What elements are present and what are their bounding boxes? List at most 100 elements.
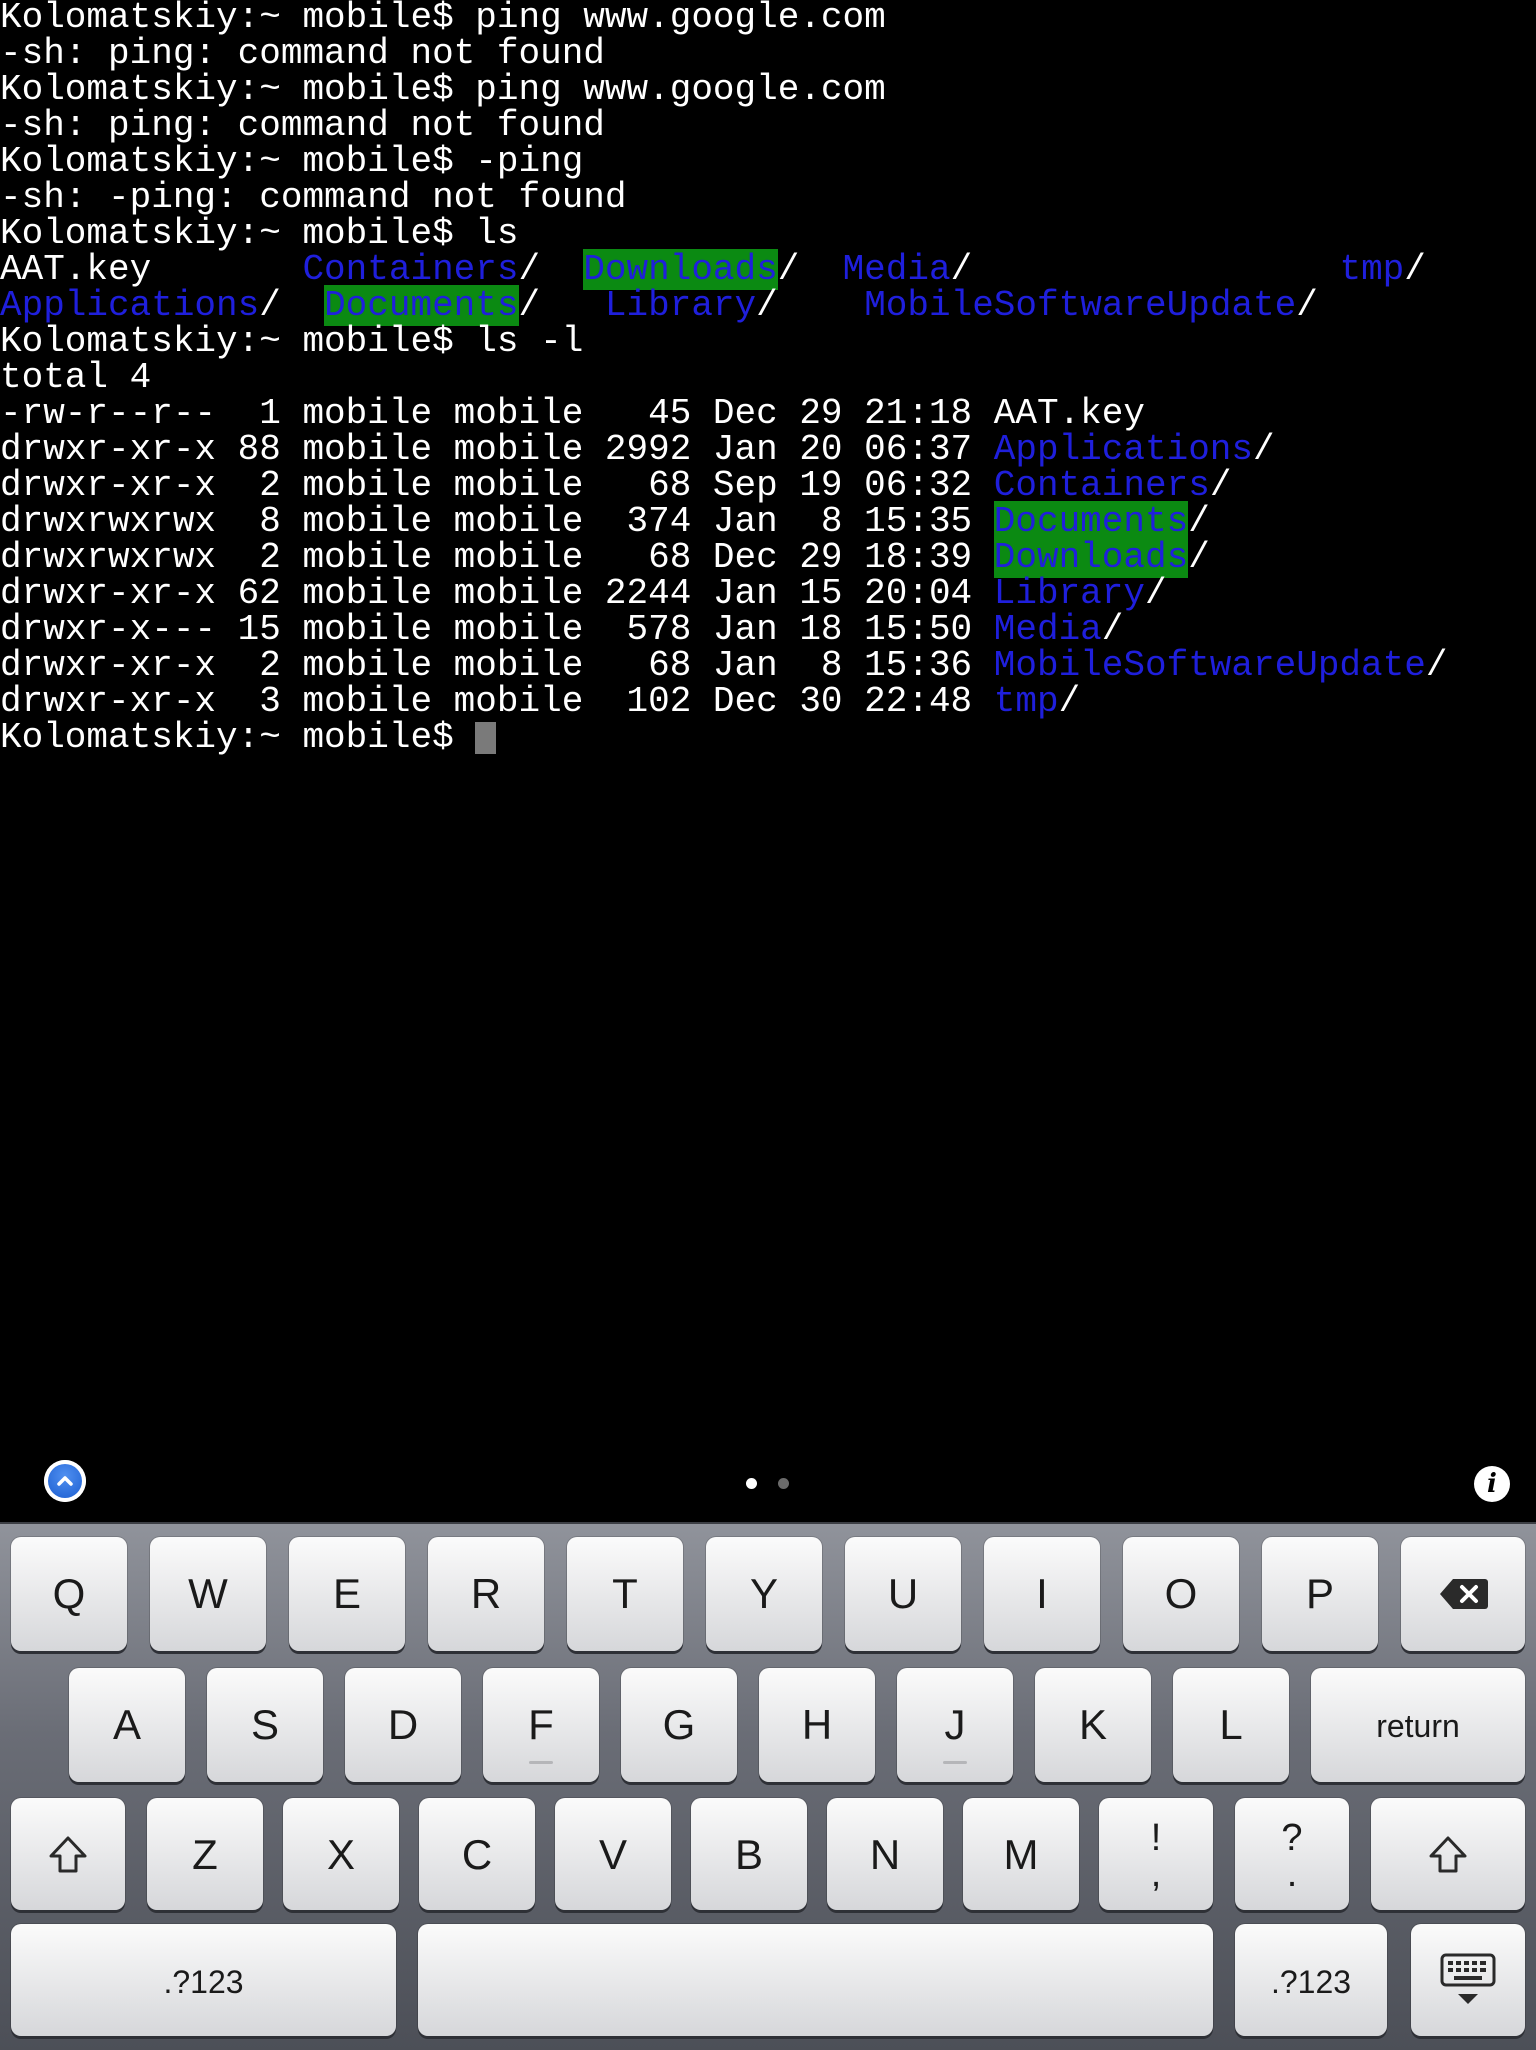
terminal-text: / [1188,501,1210,542]
terminal-text: Kolomatskiy:~ mobile$ -ping [0,141,584,182]
key-o[interactable]: O [1123,1537,1239,1651]
directory-name: Library [993,573,1145,614]
terminal-text: drwxr-xr-x 62 mobile mobile 2244 Jan 15 … [0,573,994,614]
terminal-text: / [756,285,865,326]
info-icon: i [1487,1469,1497,1499]
shift-right-button[interactable] [1371,1798,1525,1910]
key-question-period[interactable]: ?. [1235,1798,1349,1910]
shift-icon [1429,1836,1467,1873]
key-k[interactable]: K [1035,1668,1151,1782]
terminal-line: Kolomatskiy:~ mobile$ ls -l [0,324,1536,360]
terminal-line: -sh: -ping: command not found [0,180,1536,216]
terminal-text: AAT.key [0,249,303,290]
space-bar[interactable] [418,1924,1213,2036]
key-l[interactable]: L [1173,1668,1289,1782]
terminal-line: total 4 [0,360,1536,396]
return-button[interactable]: return [1311,1668,1525,1782]
directory-name: Containers [993,465,1210,506]
key-z[interactable]: Z [147,1798,263,1910]
key-u[interactable]: U [845,1537,961,1651]
directory-name-highlighted: Documents [993,501,1189,542]
terminal-text: / [950,249,1340,290]
key-e[interactable]: E [289,1537,405,1651]
key-s[interactable]: S [207,1668,323,1782]
keyboard-hide-icon [1440,1953,1496,2004]
key-d[interactable]: D [345,1668,461,1782]
key-w[interactable]: W [150,1537,266,1651]
page-dot-2[interactable] [778,1478,789,1489]
terminal-line: drwxr-xr-x 2 mobile mobile 68 Sep 19 06:… [0,468,1536,504]
key-b[interactable]: B [691,1798,807,1910]
shift-icon [49,1836,87,1873]
accessory-bar [0,1440,1536,1522]
directory-name: Library [604,285,757,326]
terminal-text: / [1296,285,1318,326]
terminal-text: / [259,285,325,326]
terminal-line: drwxr-xr-x 2 mobile mobile 68 Jan 8 15:3… [0,648,1536,684]
terminal-text: / [1058,681,1081,722]
terminal-line: -sh: ping: command not found [0,108,1536,144]
key-q[interactable]: Q [11,1537,127,1651]
backspace-button[interactable] [1401,1537,1525,1651]
terminal-text: / [1404,249,1426,290]
page-dot-1[interactable] [746,1478,757,1489]
numbers-right-button[interactable]: .?123 [1235,1924,1387,2036]
terminal-text: / [1101,609,1124,650]
terminal-text: / [1188,537,1210,578]
key-x[interactable]: X [283,1798,399,1910]
terminal-text: -sh: ping: command not found [0,105,605,146]
terminal-text: drwxr-xr-x 88 mobile mobile 2992 Jan 20 … [0,429,994,470]
key-t[interactable]: T [567,1537,683,1651]
key-j[interactable]: J [897,1668,1013,1782]
terminal-line: drwxr-xr-x 62 mobile mobile 2244 Jan 15 … [0,576,1536,612]
directory-name: tmp [1339,249,1405,290]
key-y[interactable]: Y [706,1537,822,1651]
terminal-text: / [1209,465,1232,506]
keyboard: Q W E R T Y U I O P A S D F G H J K L re… [0,1522,1536,2050]
hide-keyboard-button[interactable] [1411,1924,1525,2036]
key-p[interactable]: P [1262,1537,1378,1651]
terminal-text: / [1145,573,1167,614]
terminal-line: AAT.key Containers/ Downloads/ Media/ tm… [0,249,1536,290]
key-f[interactable]: F [483,1668,599,1782]
terminal-text: -sh: -ping: command not found [0,177,627,218]
key-a[interactable]: A [69,1668,185,1782]
terminal-text: / [777,249,843,290]
terminal-line: Kolomatskiy:~ mobile$ ping www.google.co… [0,0,1536,36]
terminal-line: drwxr-xr-x 88 mobile mobile 2992 Jan 20 … [0,432,1536,468]
key-r[interactable]: R [428,1537,544,1651]
key-n[interactable]: N [827,1798,943,1910]
key-h[interactable]: H [759,1668,875,1782]
key-v[interactable]: V [555,1798,671,1910]
terminal-line: drwxr-x--- 15 mobile mobile 578 Jan 18 1… [0,612,1536,648]
terminal-text: -sh: ping: command not found [0,33,605,74]
directory-name: MobileSoftwareUpdate [864,285,1297,326]
directory-name: Applications [993,429,1254,470]
terminal-line: Applications/ Documents/ Library/ Mobile… [0,285,1536,326]
terminal-text: / [1253,429,1275,470]
directory-name: Media [842,249,951,290]
key-m[interactable]: M [963,1798,1079,1910]
terminal-line: drwxr-xr-x 3 mobile mobile 102 Dec 30 22… [0,684,1536,720]
terminal-line: drwxrwxrwx 2 mobile mobile 68 Dec 29 18:… [0,537,1536,578]
terminal-text: drwxr-x--- 15 mobile mobile 578 Jan 18 1… [0,609,994,650]
text-cursor [475,722,497,754]
key-exclaim-comma[interactable]: !, [1099,1798,1213,1910]
key-i[interactable]: I [984,1537,1100,1651]
numbers-left-button[interactable]: .?123 [11,1924,396,2036]
shift-left-button[interactable] [11,1798,125,1910]
key-c[interactable]: C [419,1798,535,1910]
info-button[interactable]: i [1474,1466,1510,1502]
terminal-text: Kolomatskiy:~ mobile$ ping www.google.co… [0,69,886,110]
show-toolbar-button[interactable] [44,1460,86,1502]
terminal-text: / [518,249,584,290]
terminal-text: -rw-r--r-- 1 mobile mobile 45 Dec 29 21:… [0,393,1145,434]
key-g[interactable]: G [621,1668,737,1782]
terminal-text: / [1425,645,1448,686]
terminal-line: -rw-r--r-- 1 mobile mobile 45 Dec 29 21:… [0,396,1536,432]
terminal-text: drwxr-xr-x 2 mobile mobile 68 Sep 19 06:… [0,465,994,506]
backspace-icon [1440,1579,1488,1609]
terminal-line: Kolomatskiy:~ mobile$ ping www.google.co… [0,72,1536,108]
terminal-text: Kolomatskiy:~ mobile$ ls -l [0,321,584,362]
terminal-output[interactable]: Kolomatskiy:~ mobile$ ping www.google.co… [0,0,1536,1440]
